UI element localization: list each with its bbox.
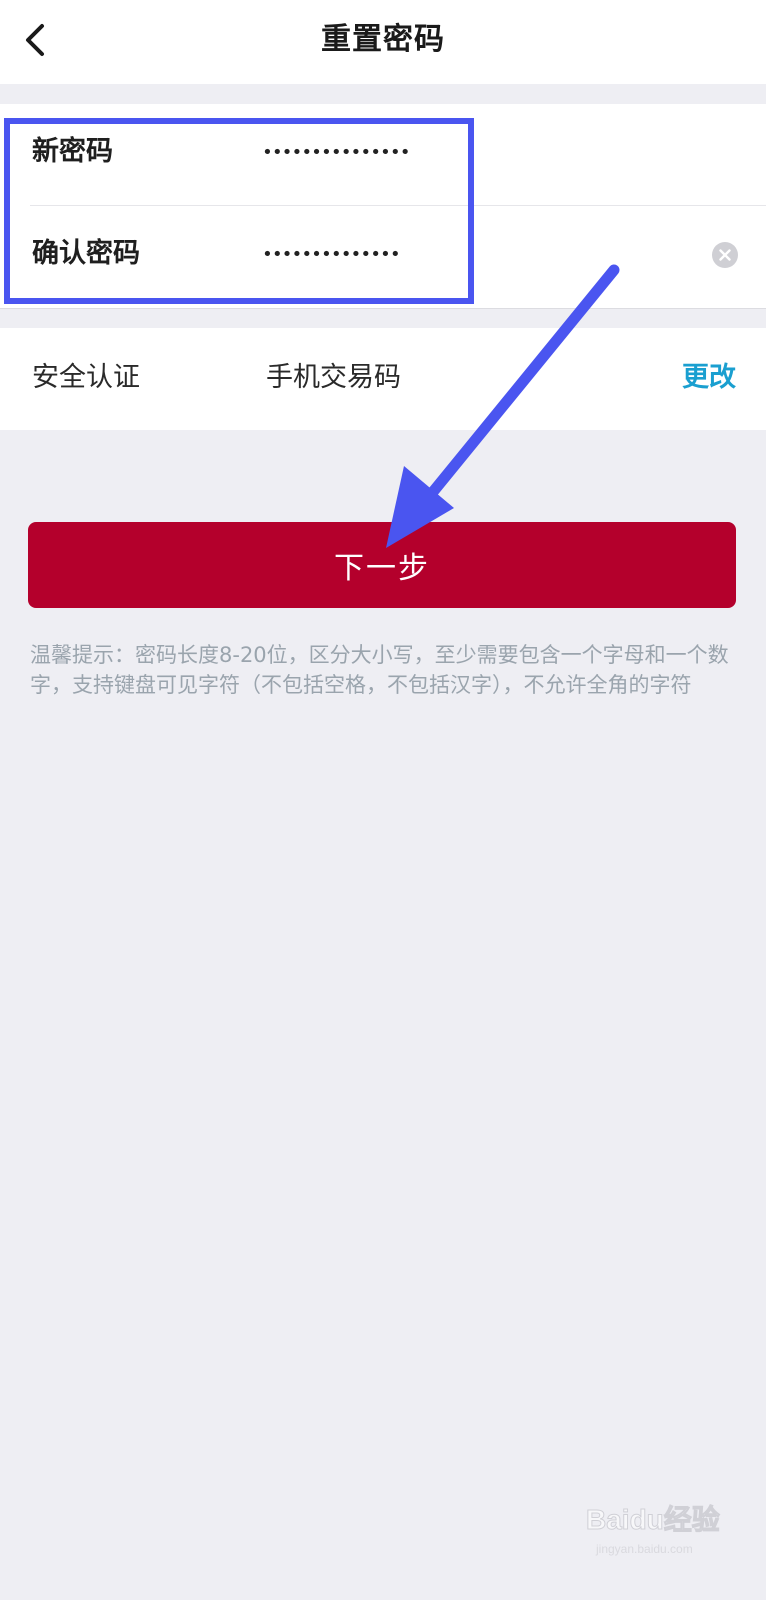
watermark-url: jingyan.baidu.com: [596, 1542, 693, 1556]
watermark-logo: Baidu经验 jingyan.baidu.com: [586, 1500, 746, 1580]
confirm-password-input[interactable]: [262, 232, 662, 276]
clear-button[interactable]: [712, 242, 738, 268]
password-form: 新密码 确认密码: [0, 104, 766, 309]
next-step-button[interactable]: 下一步: [28, 522, 736, 608]
new-password-row: 新密码: [0, 104, 766, 206]
nav-bar: 重置密码: [0, 0, 766, 84]
tip-text: 温馨提示：密码长度8-20位，区分大小写，至少需要包含一个字母和一个数字，支持键…: [30, 643, 729, 697]
watermark-brand: Baidu经验: [586, 1504, 721, 1536]
auth-method-value: 手机交易码: [266, 362, 401, 393]
confirm-password-row: 确认密码: [0, 206, 766, 308]
new-password-label: 新密码: [32, 136, 113, 167]
confirm-password-label: 确认密码: [32, 238, 140, 269]
clear-circle-icon: [719, 249, 731, 261]
security-auth-row: 安全认证 手机交易码 更改: [0, 328, 766, 430]
auth-label: 安全认证: [32, 362, 140, 393]
change-link[interactable]: 更改: [682, 358, 736, 398]
new-password-input[interactable]: [262, 130, 662, 174]
page-title: 重置密码: [321, 22, 445, 57]
